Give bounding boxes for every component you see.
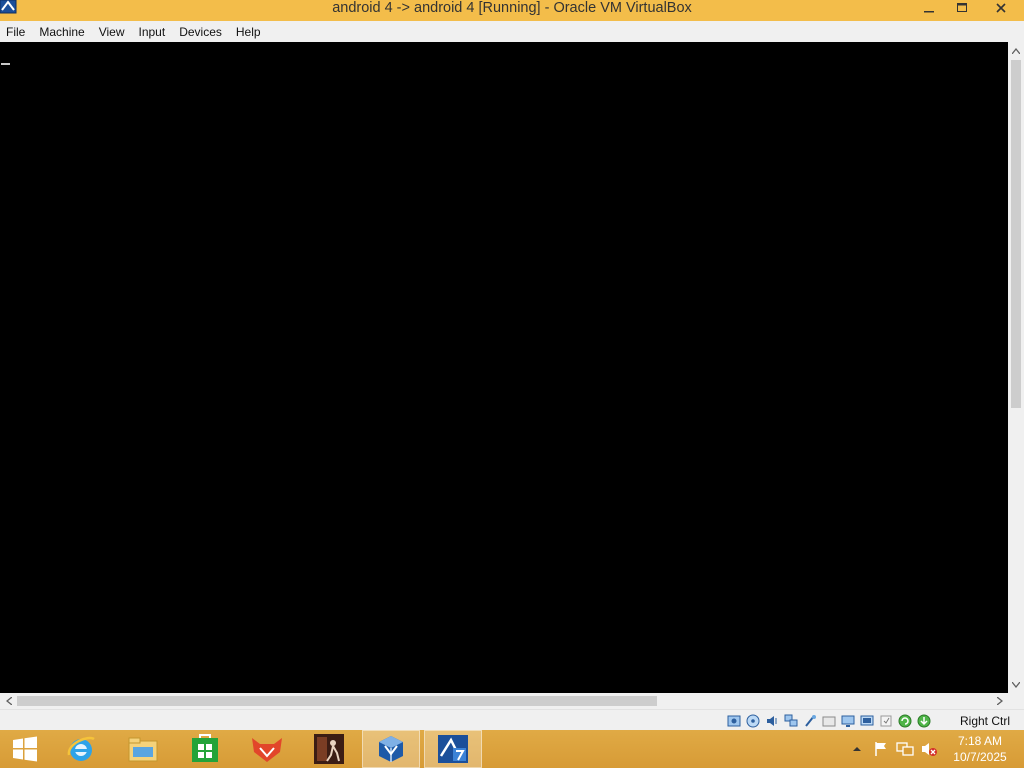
menu-devices[interactable]: Devices: [172, 22, 229, 41]
audio-icon[interactable]: [764, 713, 780, 729]
vm-screen[interactable]: [0, 42, 1008, 693]
system-tray: 7:18 AM 10/7/2025: [0, 730, 1024, 768]
scroll-up-icon[interactable]: [1008, 42, 1024, 59]
cpu-activity-icon[interactable]: [897, 713, 913, 729]
scroll-right-icon[interactable]: [991, 693, 1008, 709]
keyboard-capture-icon[interactable]: [916, 713, 932, 729]
maximize-icon[interactable]: [945, 0, 978, 16]
optical-drive-icon[interactable]: [745, 713, 761, 729]
status-bar: Right Ctrl: [0, 709, 1024, 731]
shared-folders-icon[interactable]: [821, 713, 837, 729]
network-icon[interactable]: [783, 713, 799, 729]
volume-muted-icon[interactable]: [920, 741, 938, 757]
menu-help[interactable]: Help: [229, 22, 268, 41]
mouse-integration-icon[interactable]: [878, 713, 894, 729]
taskbar-clock[interactable]: 7:18 AM 10/7/2025: [948, 733, 1012, 765]
menu-input[interactable]: Input: [132, 22, 173, 41]
show-hidden-icons-icon[interactable]: [850, 742, 864, 756]
text-cursor: [1, 63, 10, 65]
vertical-scroll-thumb[interactable]: [1011, 60, 1021, 408]
video-capture-icon[interactable]: [859, 713, 875, 729]
device-indicators: [726, 713, 932, 729]
menu-view[interactable]: View: [92, 22, 132, 41]
minimize-icon[interactable]: [912, 0, 945, 16]
menu-bar: File Machine View Input Devices Help: [0, 21, 1024, 43]
display-icon[interactable]: [840, 713, 856, 729]
clock-date: 10/7/2025: [953, 750, 1007, 764]
hard-disk-icon[interactable]: [726, 713, 742, 729]
menu-file[interactable]: File: [0, 22, 32, 41]
title-bar[interactable]: android 4 -> android 4 [Running] - Oracl…: [0, 0, 1024, 21]
usb-icon[interactable]: [802, 713, 818, 729]
scroll-down-icon[interactable]: [1008, 676, 1024, 693]
network-tray-icon[interactable]: [896, 741, 914, 757]
scroll-corner: [1008, 693, 1024, 709]
window-controls: [912, 0, 1024, 18]
scroll-left-icon[interactable]: [0, 693, 17, 709]
horizontal-scrollbar[interactable]: [0, 693, 1008, 709]
close-icon[interactable]: [978, 0, 1024, 16]
vertical-scrollbar[interactable]: [1008, 42, 1024, 693]
window-title: android 4 -> android 4 [Running] - Oracl…: [332, 0, 692, 16]
action-center-flag-icon[interactable]: [872, 741, 890, 757]
clock-time: 7:18 AM: [957, 734, 1003, 748]
desktop: android 4 -> android 4 [Running] - Oracl…: [0, 0, 1024, 768]
host-key-label[interactable]: Right Ctrl: [960, 713, 1010, 729]
menu-machine[interactable]: Machine: [32, 22, 91, 41]
horizontal-scroll-thumb[interactable]: [17, 696, 657, 706]
windows-taskbar: 7:18 AM 10/7/2025: [0, 730, 1024, 768]
